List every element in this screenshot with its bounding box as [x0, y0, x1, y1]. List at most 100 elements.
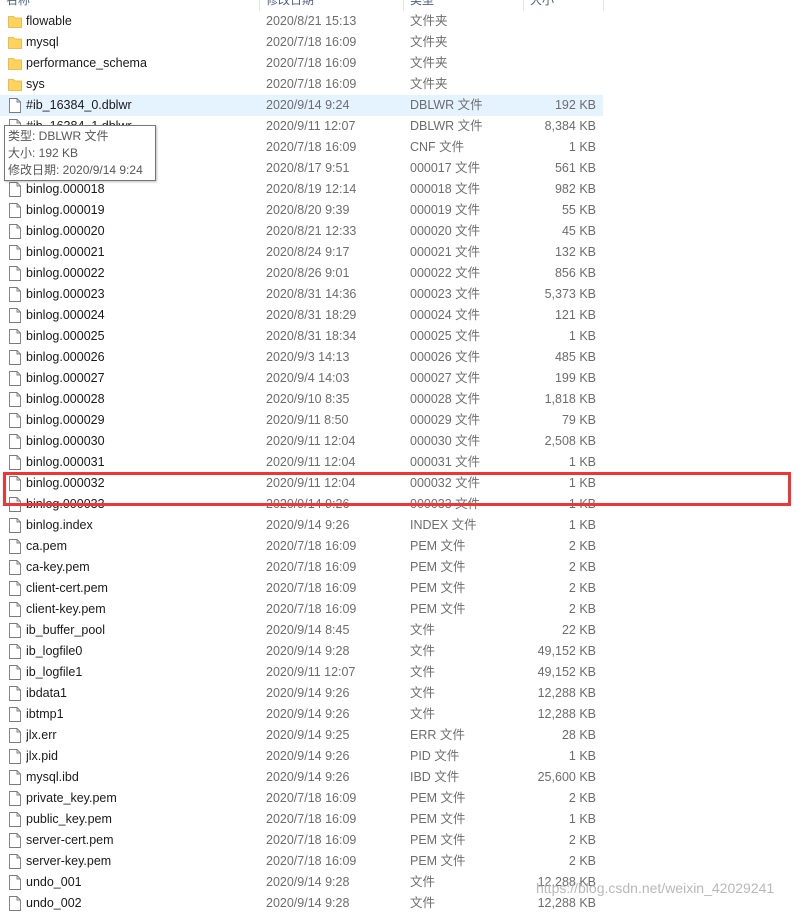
file-row[interactable]: sys 2020/7/18 16:09 文件夹 [0, 74, 603, 95]
file-date: 2020/7/18 16:09 [266, 581, 357, 595]
file-size: 2 KB [568, 581, 596, 595]
file-row[interactable]: undo_002 2020/9/14 9:28 文件 12,288 KB [0, 893, 603, 914]
file-size: 49,152 KB [537, 665, 596, 679]
file-row[interactable]: server-key.pem 2020/7/18 16:09 PEM 文件 2 KB [0, 851, 603, 872]
file-date: 2020/7/18 16:09 [266, 140, 357, 154]
file-row[interactable]: ca.pem 2020/7/18 16:09 PEM 文件 2 KB [0, 536, 603, 557]
file-size: 856 KB [554, 266, 596, 280]
file-type: 文件 [410, 665, 436, 679]
header-size[interactable]: 大小 [530, 0, 554, 11]
file-row[interactable]: mysql.ibd 2020/9/14 9:26 IBD 文件 25,600 KB [0, 767, 603, 788]
file-row[interactable]: client-key.pem 2020/7/18 16:09 PEM 文件 2 KB [0, 599, 603, 620]
file-size [520, 11, 596, 32]
file-size: 1 KB [568, 329, 596, 343]
file-row[interactable]: binlog.000019 2020/8/20 9:39 000019 文件 55 K… [0, 200, 603, 221]
file-row[interactable]: binlog.000033 2020/9/14 9:26 000033 文件 1 KB [0, 494, 603, 515]
file-type: 文件 [410, 686, 436, 700]
file-row[interactable]: ib_logfile1 2020/9/11 12:07 文件 49,152 KB [0, 662, 603, 683]
file-size: 1 KB [568, 497, 596, 511]
file-row[interactable]: ibtmp1 2020/9/14 9:26 文件 12,288 KB [0, 704, 603, 725]
file-row[interactable]: #ib_16384_0.dblwr 2020/9/14 9:24 DBLWR 文件 1… [0, 95, 603, 116]
file-type: 000030 文件 [410, 434, 481, 448]
file-name: #ib_16384_0.dblwr [26, 98, 132, 112]
file-row[interactable]: jlx.err 2020/9/14 9:25 ERR 文件 28 KB [0, 725, 603, 746]
file-row[interactable]: undo_001 2020/9/14 9:28 文件 12,288 KB [0, 872, 603, 893]
file-name: ib_buffer_pool [26, 623, 106, 637]
file-row[interactable]: jlx.pid 2020/9/14 9:26 PID 文件 1 KB [0, 746, 603, 767]
file-name: ca.pem [26, 539, 67, 553]
file-name: sys [26, 77, 45, 91]
file-icon [9, 749, 21, 764]
file-row[interactable]: binlog.000027 2020/9/4 14:03 000027 文件 199 … [0, 368, 603, 389]
file-size: 1 KB [568, 140, 596, 154]
file-size [520, 32, 596, 53]
file-date: 2020/7/18 16:09 [266, 602, 357, 616]
file-type: 000026 文件 [410, 350, 481, 364]
file-name: binlog.000023 [26, 287, 105, 301]
file-row[interactable]: binlog.000022 2020/8/26 9:01 000022 文件 856 … [0, 263, 603, 284]
file-row[interactable]: ib_logfile0 2020/9/14 9:28 文件 49,152 KB [0, 641, 603, 662]
file-row[interactable]: binlog.000025 2020/8/31 18:34 000025 文件 1 K… [0, 326, 603, 347]
file-row[interactable]: binlog.000032 2020/9/11 12:04 000032 文件 1 K… [0, 473, 603, 494]
file-row[interactable]: binlog.000018 2020/8/19 12:14 000018 文件 982… [0, 179, 603, 200]
file-row[interactable]: ca-key.pem 2020/7/18 16:09 PEM 文件 2 KB [0, 557, 603, 578]
file-row[interactable]: ib_buffer_pool 2020/9/14 8:45 文件 22 KB [0, 620, 603, 641]
file-date: 2020/7/18 16:09 [266, 833, 357, 847]
file-name: binlog.index [26, 518, 93, 532]
file-type: PEM 文件 [410, 581, 466, 595]
file-date: 2020/9/14 9:26 [266, 770, 350, 784]
header-date[interactable]: 修改日期 [266, 0, 314, 11]
file-row[interactable]: binlog.000024 2020/8/31 18:29 000024 文件 121… [0, 305, 603, 326]
header-separator[interactable] [259, 0, 260, 11]
file-type: 文件 [410, 875, 436, 889]
file-size: 2 KB [568, 833, 596, 847]
file-row[interactable]: binlog.000031 2020/9/11 12:04 000031 文件 1 K… [0, 452, 603, 473]
file-row[interactable]: flowable 2020/8/21 15:13 文件夹 [0, 11, 603, 32]
file-row[interactable]: server-cert.pem 2020/7/18 16:09 PEM 文件 2 KB [0, 830, 603, 851]
file-name: binlog.000033 [26, 497, 105, 511]
file-row[interactable]: binlog.000030 2020/9/11 12:04 000030 文件 2,5… [0, 431, 603, 452]
file-type: INDEX 文件 [410, 518, 477, 532]
file-row[interactable]: mysql 2020/7/18 16:09 文件夹 [0, 32, 603, 53]
file-date: 2020/8/31 18:34 [266, 329, 357, 343]
folder-icon [8, 37, 22, 49]
file-type: 文件 [410, 623, 436, 637]
file-type: 000033 文件 [410, 497, 481, 511]
file-name: binlog.000032 [26, 476, 105, 490]
file-icon [9, 518, 21, 533]
file-size: 132 KB [554, 245, 596, 259]
file-date: 2020/9/10 8:35 [266, 392, 350, 406]
file-row[interactable]: binlog.000028 2020/9/10 8:35 000028 文件 1,81… [0, 389, 603, 410]
file-size: 5,373 KB [544, 287, 596, 301]
file-row[interactable]: binlog.000029 2020/9/11 8:50 000029 文件 79 K… [0, 410, 603, 431]
file-row[interactable]: binlog.000021 2020/8/24 9:17 000021 文件 132 … [0, 242, 603, 263]
file-row[interactable]: ibdata1 2020/9/14 9:26 文件 12,288 KB [0, 683, 603, 704]
file-row[interactable]: performance_schema 2020/7/18 16:09 文件夹 [0, 53, 603, 74]
file-row[interactable]: binlog.000023 2020/8/31 14:36 000023 文件 5,3… [0, 284, 603, 305]
file-icon [9, 434, 21, 449]
header-separator[interactable] [403, 0, 404, 11]
file-type: 000022 文件 [410, 266, 481, 280]
file-date: 2020/7/18 16:09 [266, 791, 357, 805]
header-type[interactable]: 类型 [410, 0, 434, 11]
file-name: binlog.000026 [26, 350, 105, 364]
file-date: 2020/9/11 12:04 [266, 455, 356, 469]
file-size: 2 KB [568, 854, 596, 868]
tooltip-size: 大小: 192 KB [8, 146, 79, 160]
file-name: jlx.err [26, 728, 57, 742]
file-row[interactable]: client-cert.pem 2020/7/18 16:09 PEM 文件 2 KB [0, 578, 603, 599]
file-icon [9, 287, 21, 302]
file-row[interactable]: public_key.pem 2020/7/18 16:09 PEM 文件 1 KB [0, 809, 603, 830]
file-size: 12,288 KB [537, 707, 596, 721]
header-name[interactable]: 名称 [6, 0, 30, 11]
file-icon [9, 98, 21, 113]
file-row[interactable]: binlog.000020 2020/8/21 12:33 000020 文件 45 … [0, 221, 603, 242]
header-separator[interactable] [523, 0, 524, 11]
file-row[interactable]: binlog.index 2020/9/14 9:26 INDEX 文件 1 KB [0, 515, 603, 536]
file-row[interactable]: binlog.000026 2020/9/3 14:13 000026 文件 485 … [0, 347, 603, 368]
file-date: 2020/9/14 8:45 [266, 623, 350, 637]
file-row[interactable]: private_key.pem 2020/7/18 16:09 PEM 文件 2 KB [0, 788, 603, 809]
header-separator[interactable] [603, 0, 604, 11]
file-name: jlx.pid [26, 749, 58, 763]
file-size: 49,152 KB [537, 644, 596, 658]
